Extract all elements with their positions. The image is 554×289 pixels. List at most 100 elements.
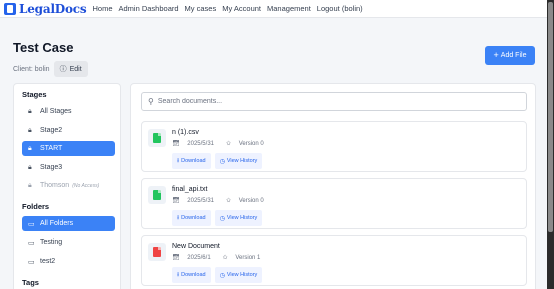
folder-icon: ▭ [28,258,35,266]
nav-link-my-account[interactable]: My Account [222,4,261,13]
nav-link-logout[interactable]: Logout (bolin) [317,4,363,13]
download-label: Download [181,158,206,164]
star-icon: ✩ [222,255,228,261]
stage-item-all-stages[interactable]: 🔒︎ All Stages [22,104,115,119]
history-label: View History [226,158,258,164]
document-name: New Document [172,243,220,250]
nav-link-my-cases[interactable]: My cases [185,4,217,13]
download-label: Download [181,215,206,221]
stage-item-stage3[interactable]: 🔒︎ Stage3 [22,160,115,175]
documents-panel: ⚲ n (1).csv 📅︎ 2025/5/31 ✩ Version 0 ⭳Do… [130,83,536,289]
clock-icon: ◷ [219,158,225,165]
stage-label: Thomson [40,182,70,189]
folder-icon: ▭ [28,239,35,247]
document-card[interactable]: n (1).csv 📅︎ 2025/5/31 ✩ Version 0 ⭳ Down… [141,121,527,172]
folder-label: All Folders [40,220,74,227]
lock-icon: 🔒︎ [28,126,32,134]
brand[interactable]: LegalDocs [4,1,87,16]
nav-link-management[interactable]: Management [267,4,311,13]
document-card[interactable]: final_api.txt 📅︎ 2025/5/31 ✩ Version 0 ⭳… [141,178,527,229]
edit-button[interactable]: ⓘ Edit [53,61,88,77]
brand-name: LegalDocs [19,1,87,16]
download-button[interactable]: ⭳ Download [172,210,211,226]
stage-item-start[interactable]: 🔒︎ START [22,141,115,156]
date-value: 2025/5/31 [187,198,214,204]
version-value: Version 0 [238,141,264,147]
top-navbar: LegalDocs Home Admin Dashboard My cases … [0,0,554,18]
view-history-button[interactable]: ◷ View History [214,153,263,169]
document-meta: 📅︎ 2025/5/31 ✩ Version 0 [172,140,276,147]
search-box[interactable]: ⚲ [141,92,527,111]
stage-label: START [40,145,63,152]
no-access-note: (No Access) [72,182,100,189]
document-actions: ⭳ Download ◷ View History [172,153,266,169]
document-date: 📅︎ 2025/5/31 [172,140,220,147]
scrollbar-thumb[interactable] [548,2,553,232]
history-label: View History [226,215,258,221]
star-icon: ✩ [226,198,232,204]
star-icon: ✩ [226,141,232,147]
file-icon [153,133,161,143]
download-button[interactable]: ⭳ Download [172,153,211,169]
document-date: 📅︎ 2025/5/31 [172,197,220,204]
file-icon [153,190,161,200]
document-version: ✩ Version 0 [226,197,270,204]
date-value: 2025/6/1 [187,255,211,261]
page-header: Test Case Client: bolin ⓘ Edit [13,40,88,77]
document-actions: ⭳ Download ◷ View History [172,210,266,226]
date-value: 2025/5/31 [187,141,214,147]
document-name: final_api.txt [172,186,208,193]
search-input[interactable] [157,98,508,105]
plus-icon: + [493,50,499,60]
clock-icon: ◷ [219,215,225,222]
folder-item-all-folders[interactable]: ▭ All Folders [22,216,115,231]
file-icon-box [148,186,166,204]
client-row: Client: bolin ⓘ Edit [13,61,88,77]
file-icon [153,247,161,257]
file-icon-box [148,129,166,147]
window-scrollbar[interactable] [547,0,554,289]
download-icon: ⭳ [177,215,180,221]
file-icon-box [148,243,166,261]
folder-item-test2[interactable]: ▭ test2 [22,254,115,269]
tags-title: Tags [22,278,39,287]
document-version: ✩ Version 1 [223,254,267,261]
stage-label: All Stages [40,108,72,115]
stage-item-stage2[interactable]: 🔒︎ Stage2 [22,123,115,138]
page-title: Test Case [13,40,74,55]
download-icon: ⭳ [177,158,180,164]
stages-title: Stages [22,90,47,99]
search-icon: ⚲ [148,97,154,106]
document-meta: 📅︎ 2025/6/1 ✩ Version 1 [172,254,272,261]
download-button[interactable]: ⭳ Download [172,267,211,283]
edit-label: Edit [69,65,82,73]
document-meta: 📅︎ 2025/5/31 ✩ Version 0 [172,197,276,204]
calendar-icon: 📅︎ [172,141,180,147]
folder-item-testing[interactable]: ▭ Testing [22,235,115,250]
sidebar: Stages 🔒︎ All Stages 🔒︎ Stage2 🔒︎ START … [13,83,121,289]
stage-label: Stage3 [40,164,63,171]
lock-icon: 🔒︎ [28,163,32,171]
view-history-button[interactable]: ◷ View History [214,267,263,283]
stage-item-thomson: 🔒︎ Thomson (No Access) [22,178,115,193]
document-name: n (1).csv [172,129,199,136]
info-circle-icon: ⓘ [59,66,67,73]
version-value: Version 0 [238,198,264,204]
calendar-icon: 📅︎ [172,198,180,204]
view-history-button[interactable]: ◷ View History [214,210,263,226]
document-date: 📅︎ 2025/6/1 [172,254,217,261]
nav-links: Home Admin Dashboard My cases My Account… [92,4,368,13]
document-actions: ⭳ Download ◷ View History [172,267,266,283]
folder-label: Testing [40,239,63,246]
nav-link-home[interactable]: Home [92,4,112,13]
folder-label: test2 [40,258,56,265]
document-logo-icon [4,2,16,15]
calendar-icon: 📅︎ [172,255,180,261]
document-card[interactable]: New Document 📅︎ 2025/6/1 ✩ Version 1 ⭳ Do… [141,235,527,286]
nav-link-admin-dashboard[interactable]: Admin Dashboard [119,4,179,13]
lock-icon: 🔒︎ [28,181,32,189]
lock-icon: 🔒︎ [28,144,32,152]
add-file-button[interactable]: + Add File [485,46,535,65]
document-version: ✩ Version 0 [226,140,270,147]
client-label: Client: bolin [13,65,50,73]
